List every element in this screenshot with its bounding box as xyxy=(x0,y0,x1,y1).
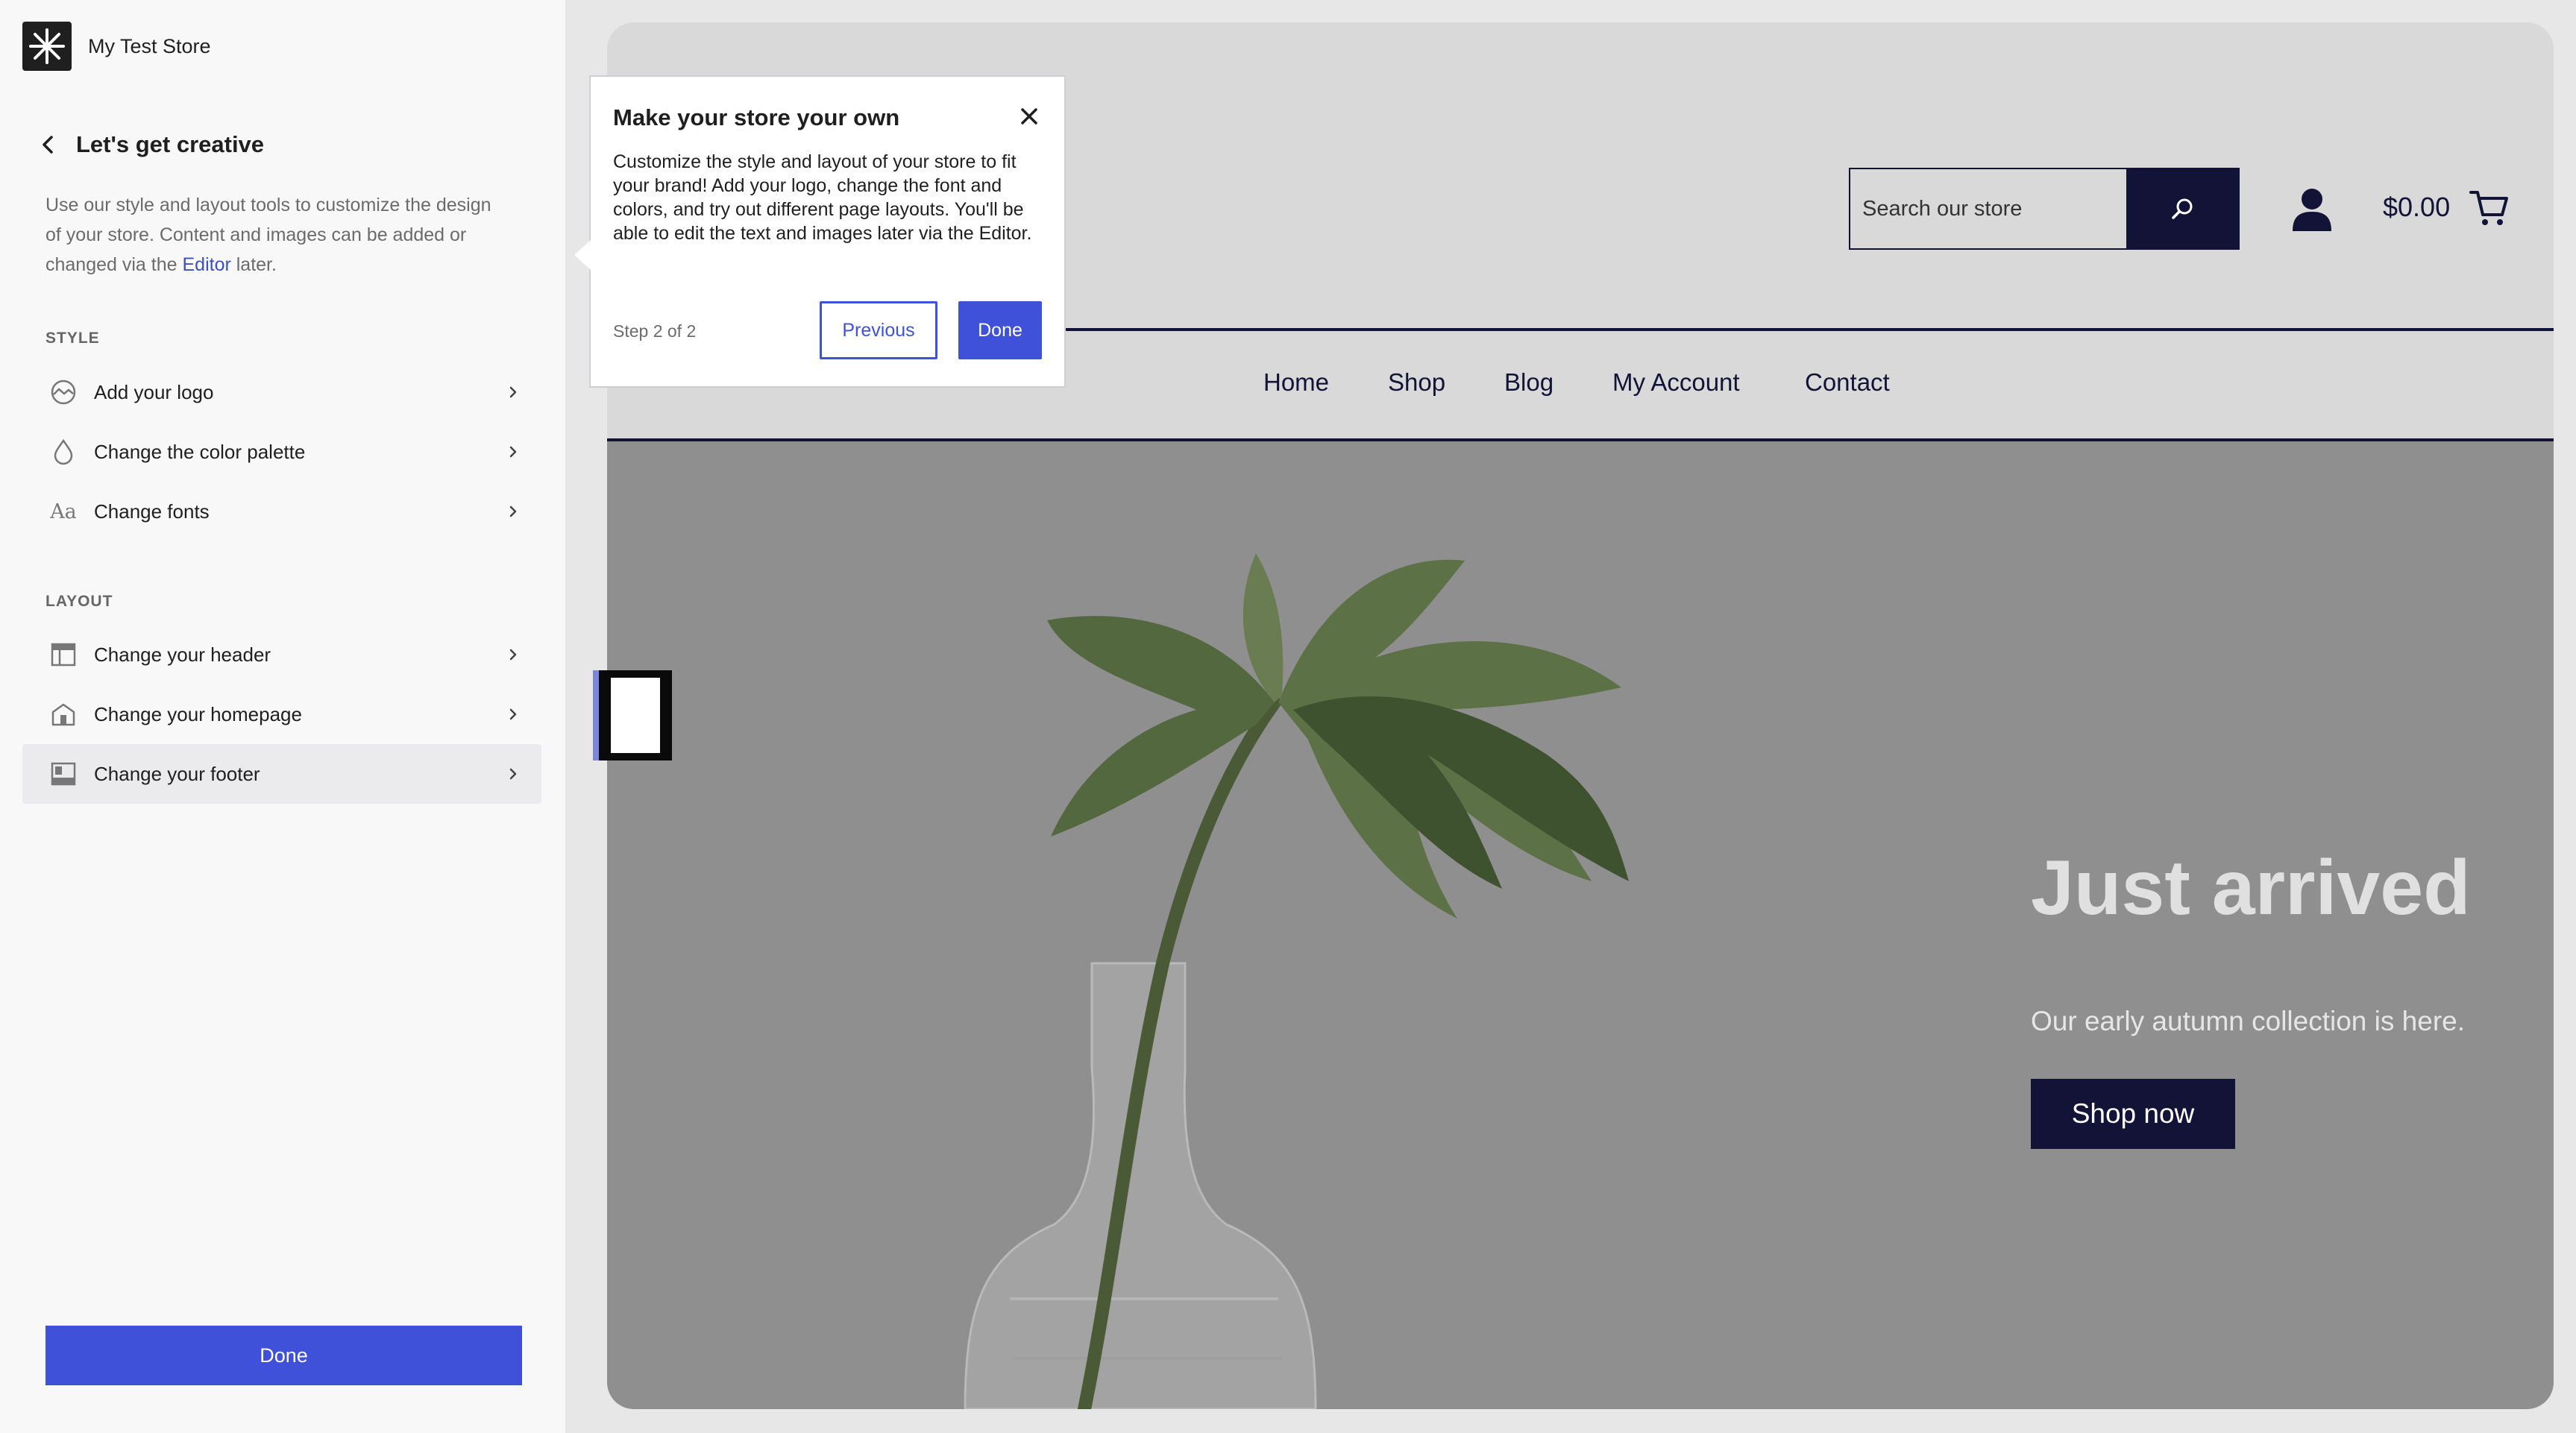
footer-layout-icon xyxy=(49,760,78,788)
tour-body: Customize the style and layout of your s… xyxy=(613,151,1032,244)
editor-link[interactable]: Editor xyxy=(182,254,230,275)
tour-step-indicator: Step 2 of 2 xyxy=(613,321,697,341)
tour-popover: Make your store your own Customize the s… xyxy=(589,75,1066,388)
style-section-label: STYLE xyxy=(45,330,100,347)
hero-banner: Just arrived Our early autumn collection… xyxy=(607,441,2554,1409)
nav-shop[interactable]: Shop xyxy=(1388,368,1445,397)
nav-contact[interactable]: Contact xyxy=(1805,368,1890,397)
cart-icon[interactable] xyxy=(2469,188,2510,228)
chevron-right-icon xyxy=(509,506,517,517)
back-button[interactable]: Let's get creative xyxy=(39,131,264,158)
store-logo-icon xyxy=(22,22,72,71)
menu-item-color-palette[interactable]: Change the color palette xyxy=(22,422,541,482)
store-name: My Test Store xyxy=(88,34,211,57)
sidebar-done-button[interactable]: Done xyxy=(45,1326,522,1385)
nav-blog[interactable]: Blog xyxy=(1504,368,1554,397)
chevron-left-icon xyxy=(43,136,53,154)
chevron-right-icon xyxy=(509,649,517,661)
menu-item-homepage[interactable]: Change your homepage xyxy=(22,684,541,744)
chevron-right-icon xyxy=(509,446,517,458)
menu-item-fonts[interactable]: Aa Change fonts xyxy=(22,482,541,541)
previous-button[interactable]: Previous xyxy=(820,301,937,359)
cart-total[interactable]: $0.00 xyxy=(2383,192,2450,223)
font-icon: Aa xyxy=(50,500,77,523)
tour-popover-arrow xyxy=(574,240,591,270)
logo-icon xyxy=(49,378,78,406)
panel-intro: Use our style and layout tools to custom… xyxy=(45,195,491,275)
header-layout-icon xyxy=(49,640,78,669)
nav-home[interactable]: Home xyxy=(1263,368,1329,397)
hero-title: Just arrived xyxy=(2031,845,2471,931)
menu-item-add-logo[interactable]: Add your logo xyxy=(22,362,541,422)
menu-item-header[interactable]: Change your header xyxy=(22,625,541,684)
tour-title: Make your store your own xyxy=(613,104,900,130)
drag-handle-icon[interactable] xyxy=(593,670,672,760)
customize-sidebar: My Test Store Let's get creative Use our… xyxy=(0,0,565,1433)
search-icon xyxy=(2172,198,2193,219)
chevron-right-icon xyxy=(509,708,517,720)
close-icon[interactable] xyxy=(1016,103,1043,130)
hero-subtitle: Our early autumn collection is here. xyxy=(2031,1006,2465,1036)
chevron-right-icon xyxy=(509,386,517,398)
store-brand[interactable]: My Test Store xyxy=(22,22,211,71)
shop-now-button[interactable]: Shop now xyxy=(2031,1079,2235,1149)
search-field[interactable] xyxy=(1849,168,2128,250)
droplet-icon xyxy=(49,438,78,466)
chevron-right-icon xyxy=(509,768,517,780)
tour-done-button[interactable]: Done xyxy=(958,301,1042,359)
nav-my-account[interactable]: My Account xyxy=(1612,368,1740,397)
search-button[interactable] xyxy=(2126,168,2240,250)
menu-item-footer[interactable]: Change your footer xyxy=(22,744,541,804)
panel-title: Let's get creative xyxy=(76,131,265,157)
search-input[interactable] xyxy=(1862,196,2108,221)
account-icon[interactable] xyxy=(2290,186,2334,233)
layout-section-label: LAYOUT xyxy=(45,593,113,610)
homepage-icon xyxy=(49,700,78,728)
